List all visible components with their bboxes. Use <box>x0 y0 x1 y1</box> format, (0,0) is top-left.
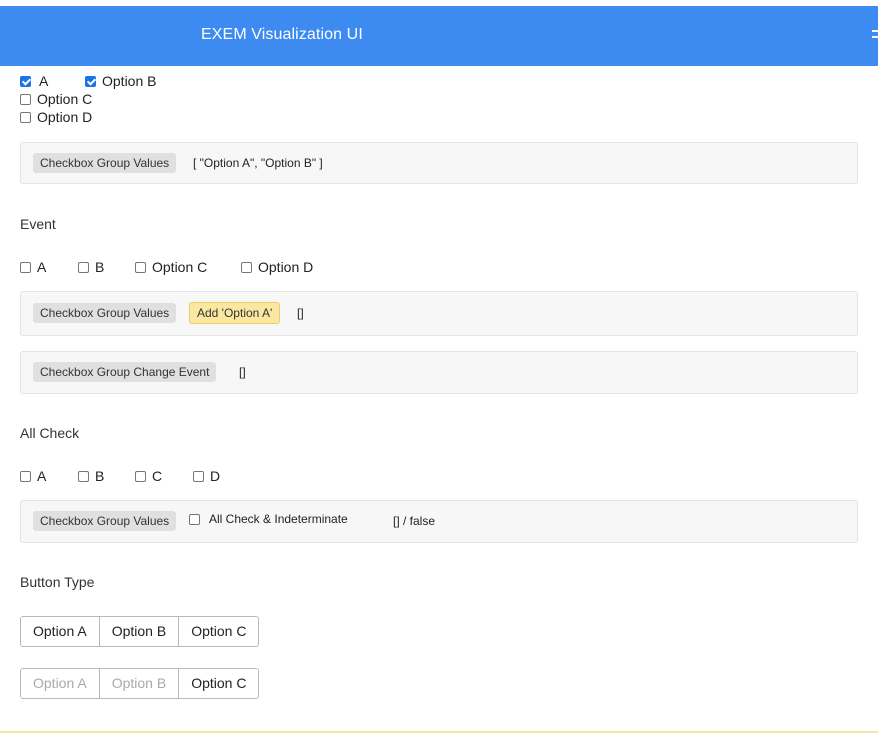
button-option-c[interactable]: Option C <box>179 617 259 646</box>
values-tag: Checkbox Group Values <box>33 153 177 173</box>
checkbox-label: A <box>37 259 47 275</box>
allcheck-checkbox-c[interactable]: C <box>135 468 162 484</box>
allcheck-checkbox-d[interactable]: D <box>193 468 220 484</box>
checkbox-label: B <box>95 259 105 275</box>
allcheck-checkbox-a[interactable]: A <box>20 468 46 484</box>
checkbox-label: D <box>210 468 221 484</box>
add-option-a-button[interactable]: Add 'Option A' <box>189 302 281 324</box>
event-checkbox-option-d[interactable]: Option D <box>241 259 313 275</box>
menu-icon[interactable] <box>872 30 878 44</box>
app-header: EXEM Visualization UI <box>0 6 878 66</box>
checkbox-box[interactable] <box>241 261 252 273</box>
checkbox-label: Option D <box>37 109 93 125</box>
checkbox-box[interactable] <box>135 261 146 273</box>
values-output: [ "Option A", "Option B" ] <box>193 156 323 170</box>
checkbox-option-b[interactable]: Option B <box>85 73 156 89</box>
change-event-tag: Checkbox Group Change Event <box>33 362 217 382</box>
checkbox-label: Option D <box>258 259 314 275</box>
event-values-panel: Checkbox Group Values Add 'Option A' [] <box>20 291 858 336</box>
checkbox-label: C <box>152 468 163 484</box>
button-option-a-disabled: Option A <box>21 669 100 698</box>
event-checkbox-a[interactable]: A <box>20 259 46 275</box>
values-panel: Checkbox Group Values [ "Option A", "Opt… <box>20 142 858 184</box>
checkbox-box[interactable] <box>78 261 89 273</box>
section-title-button-type: Button Type <box>20 574 95 590</box>
all-check-checkbox[interactable]: All Check & Indeterminate <box>189 512 348 526</box>
checkbox-label: Option C <box>37 91 93 107</box>
checkbox-box[interactable] <box>20 93 31 105</box>
button-option-a[interactable]: Option A <box>21 617 100 646</box>
checkbox-box[interactable] <box>189 513 200 525</box>
checkbox-box[interactable] <box>20 470 31 482</box>
button-option-b[interactable]: Option B <box>99 617 180 646</box>
allcheck-checkbox-b[interactable]: B <box>78 468 104 484</box>
event-checkbox-option-c[interactable]: Option C <box>135 259 207 275</box>
checkbox-label: A <box>39 73 49 89</box>
button-option-b-disabled: Option B <box>99 669 180 698</box>
checkbox-label: Option C <box>152 259 208 275</box>
button-group-enabled: Option A Option B Option C <box>20 616 260 647</box>
button-group-partially-disabled: Option A Option B Option C <box>20 668 260 699</box>
all-check-label: All Check & Indeterminate <box>209 512 348 526</box>
checkbox-box[interactable] <box>135 470 146 482</box>
checkbox-box[interactable] <box>20 111 31 123</box>
checkbox-a[interactable]: A <box>20 73 48 89</box>
checkbox-box[interactable] <box>78 470 89 482</box>
checkbox-box[interactable] <box>85 75 96 87</box>
checkbox-option-d[interactable]: Option D <box>20 109 92 125</box>
values-tag: Checkbox Group Values <box>33 303 177 323</box>
checkbox-box[interactable] <box>20 261 31 273</box>
checkbox-option-c[interactable]: Option C <box>20 91 92 107</box>
event-change-panel: Checkbox Group Change Event [] <box>20 351 858 394</box>
values-output: [] <box>297 306 304 320</box>
values-tag: Checkbox Group Values <box>33 511 177 531</box>
section-title-event: Event <box>20 216 56 232</box>
values-output: [] / false <box>393 514 436 528</box>
app-title: EXEM Visualization UI <box>201 26 363 43</box>
checkbox-label: A <box>37 468 47 484</box>
allcheck-values-panel: Checkbox Group Values All Check & Indete… <box>20 500 858 543</box>
checkbox-box[interactable] <box>20 75 31 87</box>
button-option-c[interactable]: Option C <box>179 669 259 698</box>
checkbox-box[interactable] <box>193 470 204 482</box>
section-title-all-check: All Check <box>20 425 80 441</box>
event-checkbox-b[interactable]: B <box>78 259 104 275</box>
checkbox-label: Option B <box>102 73 157 89</box>
checkbox-label: B <box>95 468 105 484</box>
change-event-output: [] <box>239 365 246 379</box>
